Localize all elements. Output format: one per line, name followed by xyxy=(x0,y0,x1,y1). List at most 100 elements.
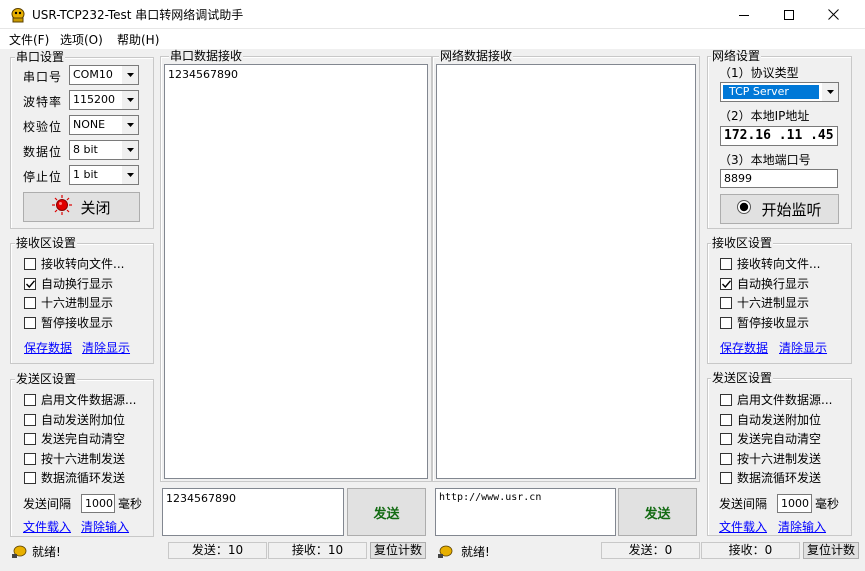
net-send-textarea[interactable]: http://www.usr.cn xyxy=(435,488,616,536)
chevron-down-icon xyxy=(121,66,138,84)
right-interval-unit: 毫秒 xyxy=(815,497,840,511)
local-port-input[interactable]: 8899 xyxy=(720,169,838,188)
menu-bar: 文件(F) 选项(O) 帮助(H) xyxy=(0,29,865,49)
baud-value: 115200 xyxy=(73,93,115,106)
left-loop-send-label: 数据流循环发送 xyxy=(41,471,126,485)
serial-send-button[interactable]: 发送 xyxy=(347,488,426,536)
right-recv-settings-legend: 接收区设置 xyxy=(711,236,774,250)
net-recv-textarea[interactable] xyxy=(436,64,696,479)
right-auto-append-checkbox[interactable] xyxy=(720,414,732,426)
menu-file[interactable]: 文件(F) xyxy=(9,31,49,48)
protocol-label: （1）协议类型 xyxy=(719,66,799,80)
checkmark-icon xyxy=(25,280,35,288)
start-listen-button[interactable]: 开始监听 xyxy=(720,194,839,224)
port-value: COM10 xyxy=(73,68,113,81)
left-interval-label: 发送间隔 xyxy=(23,497,72,511)
minimize-button[interactable] xyxy=(721,0,766,29)
left-recv-file-checkbox[interactable] xyxy=(24,258,36,270)
right-reset-count-button[interactable]: 复位计数 xyxy=(803,542,859,559)
left-clear-input-link[interactable]: 清除输入 xyxy=(81,518,129,535)
left-reset-count-button[interactable]: 复位计数 xyxy=(370,542,426,559)
right-file-source-label: 启用文件数据源... xyxy=(737,393,833,407)
app-icon xyxy=(10,7,26,23)
local-port-label: （3）本地端口号 xyxy=(719,153,811,167)
left-file-source-checkbox[interactable] xyxy=(24,394,36,406)
right-recv-file-checkbox[interactable] xyxy=(720,258,732,270)
left-file-load-link[interactable]: 文件载入 xyxy=(23,518,71,535)
parity-select[interactable]: NONE xyxy=(69,115,139,135)
stopbits-select[interactable]: 1 bit xyxy=(69,165,139,185)
left-auto-clear-checkbox[interactable] xyxy=(24,433,36,445)
left-sent-count: 发送：10 xyxy=(168,542,267,559)
left-loop-send-checkbox[interactable] xyxy=(24,472,36,484)
baud-label: 波特率 xyxy=(23,95,63,109)
databits-label: 数据位 xyxy=(23,145,63,159)
left-hex-display-label: 十六进制显示 xyxy=(41,296,114,310)
left-recv-file-label: 接收转向文件... xyxy=(41,257,125,271)
right-recv-count: 接收：0 xyxy=(701,542,800,559)
right-loop-send-label: 数据流循环发送 xyxy=(737,471,822,485)
menu-options[interactable]: 选项(O) xyxy=(60,31,103,48)
right-hex-display-checkbox[interactable] xyxy=(720,297,732,309)
right-clear-input-link[interactable]: 清除输入 xyxy=(778,518,826,535)
ip-input[interactable]: 172.16 .11 .45 xyxy=(720,126,838,146)
right-hex-send-checkbox[interactable] xyxy=(720,453,732,465)
right-interval-label: 发送间隔 xyxy=(719,497,768,511)
close-window-button[interactable] xyxy=(811,0,856,29)
right-file-load-link[interactable]: 文件载入 xyxy=(719,518,767,535)
stopbits-label: 停止位 xyxy=(23,170,63,184)
left-auto-append-checkbox[interactable] xyxy=(24,414,36,426)
right-auto-wrap-label: 自动换行显示 xyxy=(737,277,810,291)
ip-label: （2）本地IP地址 xyxy=(719,109,810,123)
right-clear-display-link[interactable]: 清除显示 xyxy=(779,339,827,356)
left-hex-send-label: 按十六进制发送 xyxy=(41,452,126,466)
left-auto-append-label: 自动发送附加位 xyxy=(41,413,126,427)
close-port-label: 关闭 xyxy=(80,198,111,217)
left-pause-recv-label: 暂停接收显示 xyxy=(41,316,114,330)
right-file-source-checkbox[interactable] xyxy=(720,394,732,406)
left-ready-text: 就绪! xyxy=(32,545,61,559)
left-ready-icon xyxy=(11,545,27,559)
left-auto-wrap-checkbox[interactable] xyxy=(24,278,36,290)
left-hex-send-checkbox[interactable] xyxy=(24,453,36,465)
serial-recv-textarea[interactable]: 1234567890 xyxy=(164,64,428,479)
net-recv-legend: 网络数据接收 xyxy=(439,49,514,63)
chevron-down-icon xyxy=(821,83,838,101)
protocol-value: TCP Server xyxy=(723,85,819,99)
serial-recv-legend: 串口数据接收 xyxy=(169,49,244,63)
port-label: 串口号 xyxy=(23,70,63,84)
right-pause-recv-label: 暂停接收显示 xyxy=(737,316,810,330)
left-pause-recv-checkbox[interactable] xyxy=(24,317,36,329)
left-clear-display-link[interactable]: 清除显示 xyxy=(82,339,130,356)
right-sent-count: 发送：0 xyxy=(601,542,700,559)
right-loop-send-checkbox[interactable] xyxy=(720,472,732,484)
net-send-button[interactable]: 发送 xyxy=(618,488,697,536)
right-recv-file-label: 接收转向文件... xyxy=(737,257,821,271)
left-interval-unit: 毫秒 xyxy=(118,497,143,511)
close-port-button[interactable]: 关闭 xyxy=(23,192,140,222)
right-auto-wrap-checkbox[interactable] xyxy=(720,278,732,290)
left-interval-input[interactable]: 1000 xyxy=(81,494,115,513)
left-save-data-link[interactable]: 保存数据 xyxy=(24,339,72,356)
red-status-icon xyxy=(52,195,73,219)
maximize-button[interactable] xyxy=(766,0,811,29)
net-settings-legend: 网络设置 xyxy=(711,49,762,63)
menu-help[interactable]: 帮助(H) xyxy=(117,31,159,48)
left-hex-display-checkbox[interactable] xyxy=(24,297,36,309)
databits-value: 8 bit xyxy=(73,143,98,156)
parity-value: NONE xyxy=(73,118,106,131)
serial-send-textarea[interactable]: 1234567890 xyxy=(162,488,344,536)
right-auto-clear-checkbox[interactable] xyxy=(720,433,732,445)
right-save-data-link[interactable]: 保存数据 xyxy=(720,339,768,356)
protocol-select[interactable]: TCP Server xyxy=(720,82,839,102)
databits-select[interactable]: 8 bit xyxy=(69,140,139,160)
right-interval-input[interactable]: 1000 xyxy=(777,494,812,513)
left-file-source-label: 启用文件数据源... xyxy=(41,393,137,407)
title-bar: USR-TCP232-Test 串口转网络调试助手 xyxy=(0,0,865,29)
right-pause-recv-checkbox[interactable] xyxy=(720,317,732,329)
baud-select[interactable]: 115200 xyxy=(69,90,139,110)
left-auto-clear-label: 发送完自动清空 xyxy=(41,432,126,446)
port-select[interactable]: COM10 xyxy=(69,65,139,85)
serial-settings-legend: 串口设置 xyxy=(15,50,66,64)
window-title: USR-TCP232-Test 串口转网络调试助手 xyxy=(32,8,244,22)
